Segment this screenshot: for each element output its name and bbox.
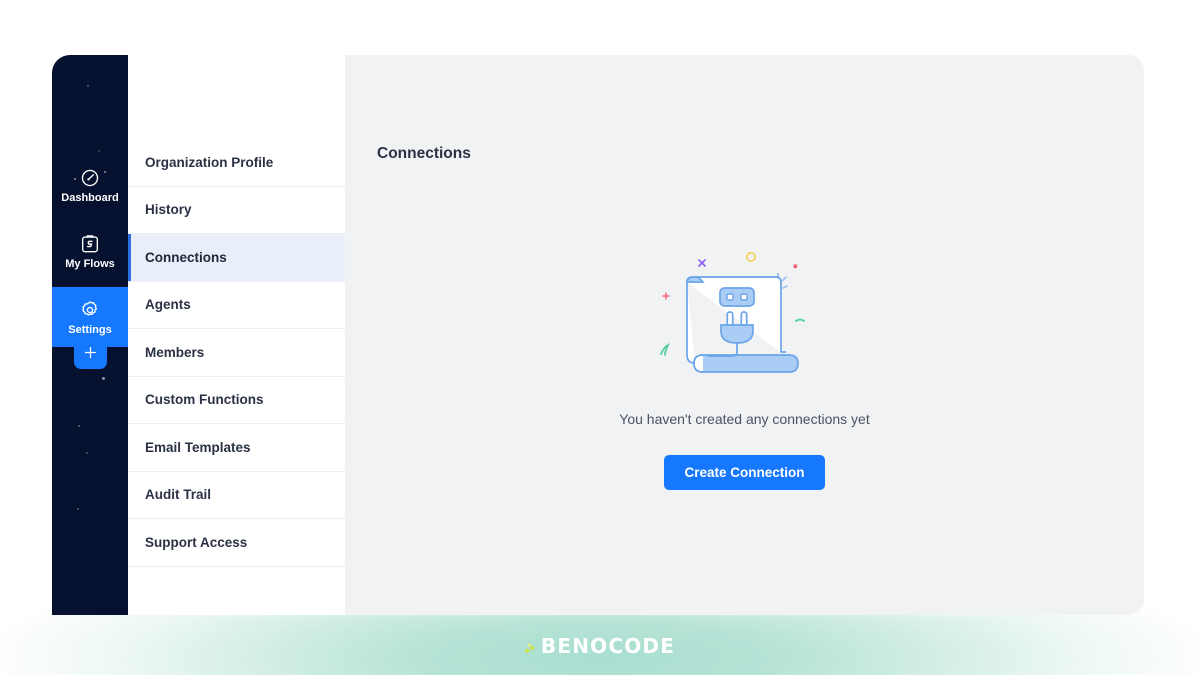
settings-menu-item-label: Audit Trail <box>145 487 212 503</box>
settings-menu-item-support-access[interactable]: Support Access <box>128 519 345 567</box>
sidebar-item-settings-label: Settings <box>68 323 112 336</box>
plug-shape <box>706 311 754 357</box>
settings-menu-item-custom-functions[interactable]: Custom Functions <box>128 377 345 424</box>
create-connection-button[interactable]: Create Connection <box>664 455 825 490</box>
sidebar-item-my-flows-label: My Flows <box>65 257 115 270</box>
scroll-roll-shape <box>692 354 799 373</box>
settings-menu-item-label: Custom Functions <box>145 392 264 408</box>
settings-menu: Organization Profile History Connections… <box>128 55 345 615</box>
settings-menu-top-spacer <box>128 55 345 139</box>
socket-outlet-shape <box>718 287 755 307</box>
sidebar-item-dashboard[interactable]: Dashboard <box>52 155 128 215</box>
settings-menu-item-members[interactable]: Members <box>128 329 345 377</box>
settings-menu-item-audit-trail[interactable]: Audit Trail <box>128 472 345 519</box>
brand-name: BENOCODE <box>540 634 676 658</box>
settings-menu-item-email-templates[interactable]: Email Templates <box>128 424 345 472</box>
page-title: Connections <box>377 145 471 162</box>
settings-menu-item-label: Agents <box>145 297 191 313</box>
settings-menu-item-label: Organization Profile <box>145 154 274 170</box>
gear-icon <box>82 300 98 316</box>
add-new-button[interactable] <box>74 336 107 369</box>
empty-state: You haven't created any connections yet … <box>345 241 1144 490</box>
settings-menu-item-label: Connections <box>145 249 227 265</box>
clipboard-flow-icon <box>81 234 99 252</box>
settings-menu-item-connections[interactable]: Connections <box>128 234 345 282</box>
sidebar-item-my-flows[interactable]: My Flows <box>52 221 128 281</box>
app-root: BENOCODE Dashboard My Flows Settings Org… <box>0 0 1200 675</box>
primary-sidebar: Dashboard My Flows Settings <box>52 55 128 615</box>
plus-icon <box>84 346 97 359</box>
settings-menu-item-label: Support Access <box>145 534 248 550</box>
settings-menu-item-history[interactable]: History <box>128 187 345 234</box>
settings-menu-item-agents[interactable]: Agents <box>128 282 345 329</box>
empty-state-message: You haven't created any connections yet <box>619 411 870 427</box>
app-window: Dashboard My Flows Settings Organization… <box>52 55 1144 615</box>
settings-menu-item-label: History <box>145 202 192 218</box>
settings-menu-item-label: Members <box>145 344 205 360</box>
content-panel: Connections You haven't created any conn… <box>345 55 1144 615</box>
benocode-logo-mark-icon <box>524 642 535 653</box>
settings-menu-item-label: Email Templates <box>145 439 251 455</box>
sidebar-item-dashboard-label: Dashboard <box>61 191 119 204</box>
settings-menu-item-organization-profile[interactable]: Organization Profile <box>128 139 345 187</box>
plug-and-socket-illustration <box>659 252 805 373</box>
brand-logo: BENOCODE <box>0 636 1200 656</box>
speedometer-icon <box>81 169 99 186</box>
